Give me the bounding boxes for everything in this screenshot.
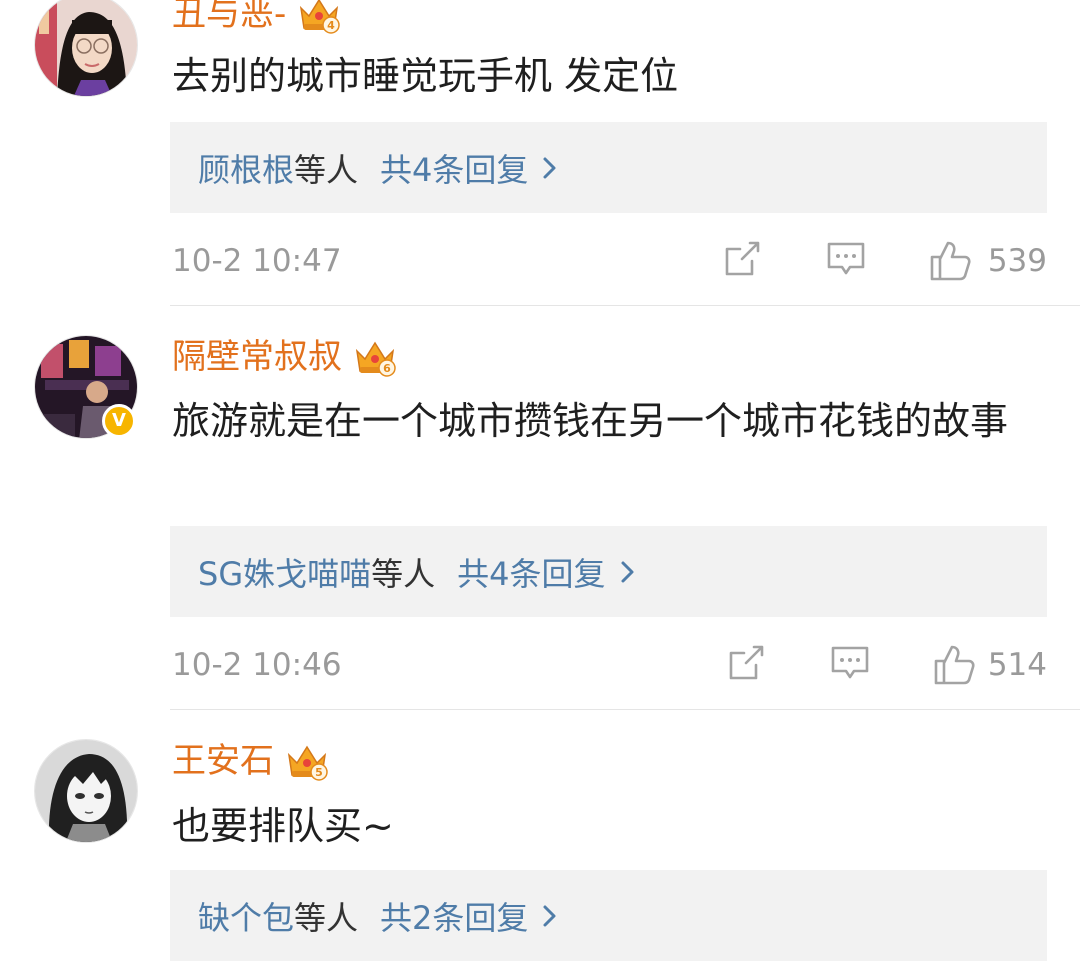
avatar[interactable] [34,739,138,843]
reply-count[interactable]: 共4条回复 [457,549,605,595]
comment-icon[interactable] [830,643,870,687]
divider [170,709,1080,710]
chevron-right-icon [540,153,560,183]
comment-text: 去别的城市睡觉玩手机 发定位 [172,54,679,98]
reply-names[interactable]: 顾根根 [198,145,294,191]
share-icon[interactable] [722,239,762,283]
chevron-right-icon [540,901,560,931]
reply-summary[interactable]: SG姝戈喵喵 等人 共4条回复 [170,526,1047,617]
chevron-right-icon [618,557,638,587]
reply-count[interactable]: 共4条回复 [380,145,528,191]
reply-summary[interactable]: 缺个包 等人 共2条回复 [170,870,1047,961]
timestamp: 10-2 10:47 [172,243,342,279]
share-icon[interactable] [726,643,766,687]
username[interactable]: 王安石 [172,737,274,785]
reply-names[interactable]: SG姝戈喵喵 [198,549,371,595]
like-icon[interactable] [932,643,976,691]
comment-meta: 10-2 10:47 539 [172,236,1047,286]
like-count: 514 [987,647,1047,683]
comment-icon[interactable] [826,239,866,283]
reply-names[interactable]: 缺个包 [198,893,294,939]
reply-suffix: 等人 [294,898,359,937]
divider [170,305,1080,306]
comment-text: 也要排队买~ [172,804,394,848]
reply-suffix: 等人 [371,554,436,593]
avatar[interactable] [34,0,138,97]
crown-badge-icon: 5 [286,741,328,781]
comment-meta: 10-2 10:46 514 [172,640,1047,690]
crown-level: 6 [383,362,391,375]
crown-level: 5 [315,766,323,779]
timestamp: 10-2 10:46 [172,647,342,683]
username-row: 王安石 5 [172,737,328,785]
verified-badge-icon: V [102,404,136,438]
like-icon[interactable] [928,239,972,287]
username-row: 丑与恶- 4 [172,0,341,38]
like-count: 539 [987,243,1047,279]
reply-summary[interactable]: 顾根根 等人 共4条回复 [170,122,1047,213]
crown-badge-icon: 6 [354,337,396,377]
reply-suffix: 等人 [294,150,359,189]
username-row: 隔壁常叔叔 6 [172,333,396,381]
username[interactable]: 隔壁常叔叔 [172,333,342,381]
crown-level: 4 [327,19,335,32]
crown-badge-icon: 4 [298,0,341,34]
comment-text: 旅游就是在一个城市攒钱在另一个城市花钱的故事 [172,399,1009,443]
username[interactable]: 丑与恶- [172,0,286,38]
reply-count[interactable]: 共2条回复 [380,893,528,939]
